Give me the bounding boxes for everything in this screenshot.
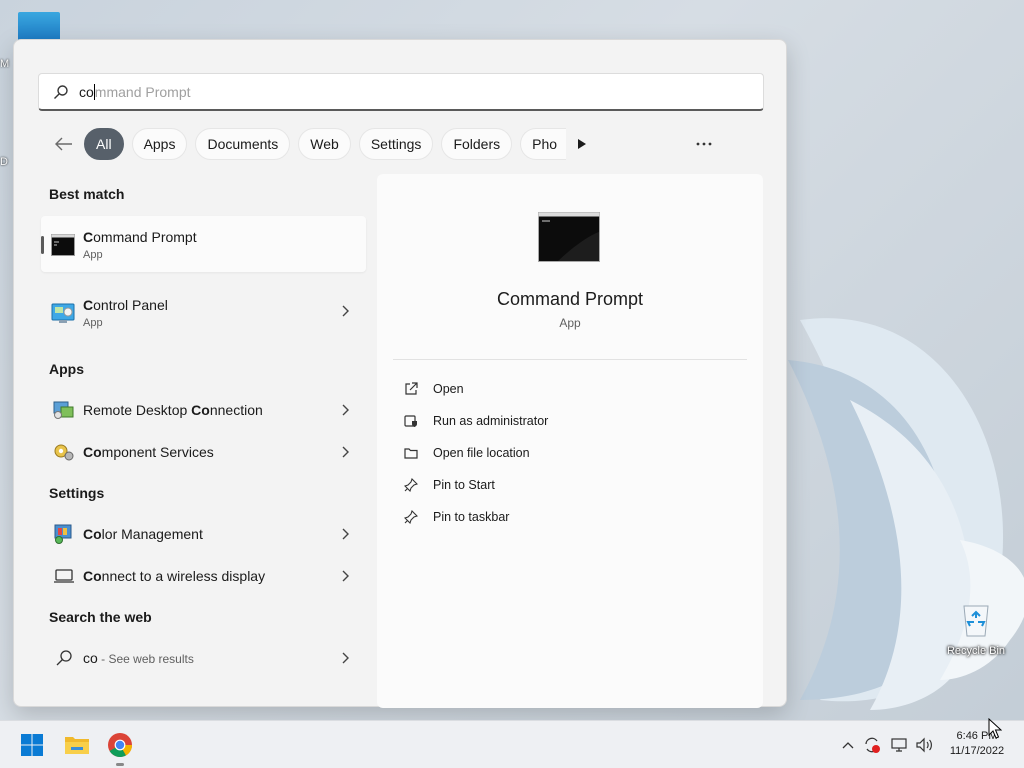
apps-heading: Apps	[49, 361, 84, 377]
result-component-services[interactable]: Component Services	[41, 433, 366, 471]
network-button[interactable]	[890, 735, 910, 755]
chevron-right-icon	[342, 446, 349, 458]
volume-button[interactable]	[915, 735, 935, 755]
sync-status-button[interactable]	[862, 735, 882, 755]
chevron-right-icon	[342, 570, 349, 582]
scroll-filters-button[interactable]	[570, 132, 594, 156]
speaker-icon	[916, 737, 932, 753]
chrome-button[interactable]	[106, 731, 134, 759]
filter-documents[interactable]: Documents	[195, 128, 291, 160]
filter-web[interactable]: Web	[298, 128, 351, 160]
result-title: Remote Desktop Connection	[83, 402, 263, 418]
result-subtitle: App	[83, 317, 103, 329]
filter-photos[interactable]: Pho	[520, 128, 567, 160]
settings-heading: Settings	[49, 485, 105, 501]
pin-icon	[403, 477, 419, 493]
taskbar: 6:46 PM 11/17/2022	[0, 720, 1024, 768]
search-input[interactable]: co mmand Prompt	[38, 73, 764, 111]
result-wireless-display[interactable]: Connect to a wireless display	[41, 557, 366, 595]
chrome-icon	[108, 733, 132, 758]
command-prompt-icon	[538, 212, 600, 262]
filter-settings[interactable]: Settings	[358, 128, 434, 160]
desktop-edge-label: D	[0, 156, 8, 168]
show-hidden-icons-button[interactable]	[838, 735, 858, 755]
result-color-management[interactable]: Color Management	[41, 515, 366, 553]
component-services-icon	[54, 444, 74, 461]
desktop-shortcut-icon[interactable]	[18, 12, 60, 42]
best-match-heading: Best match	[49, 186, 125, 202]
result-title: Control Panel	[83, 297, 168, 313]
chevron-right-icon	[342, 404, 349, 416]
desktop-edge-label: M	[0, 58, 10, 70]
shield-admin-icon	[403, 413, 419, 429]
chevron-up-icon	[842, 742, 854, 749]
result-command-prompt[interactable]: Command Prompt App	[41, 216, 366, 272]
remote-desktop-icon	[53, 401, 74, 419]
action-open[interactable]: Open	[403, 377, 464, 401]
network-icon	[891, 738, 907, 752]
divider	[393, 359, 747, 360]
result-subtitle: App	[83, 249, 103, 261]
action-run-as-admin[interactable]: Run as administrator	[403, 409, 548, 433]
command-prompt-icon	[51, 234, 75, 256]
search-typed-text: co	[79, 83, 94, 100]
action-open-file-location[interactable]: Open file location	[403, 441, 530, 465]
wireless-display-icon	[54, 569, 74, 583]
search-icon	[56, 650, 72, 666]
filter-apps[interactable]: Apps	[131, 128, 188, 160]
result-control-panel[interactable]: Control Panel App	[41, 284, 366, 340]
search-flyout: co mmand Prompt All Apps Documents Web S…	[13, 39, 787, 708]
preview-title: Command Prompt	[496, 289, 644, 309]
back-button[interactable]	[50, 130, 78, 158]
search-web-heading: Search the web	[49, 609, 152, 625]
control-panel-icon	[51, 303, 75, 323]
folder-icon	[65, 737, 89, 754]
filter-folders[interactable]: Folders	[441, 128, 513, 160]
chevron-right-icon	[342, 652, 349, 664]
active-app-indicator	[116, 763, 124, 766]
clock-date: 11/17/2022	[949, 745, 1005, 757]
play-icon	[578, 139, 587, 149]
result-remote-desktop[interactable]: Remote Desktop Connection	[41, 391, 366, 429]
result-title: Color Management	[83, 526, 203, 542]
mouse-cursor-icon	[988, 718, 1002, 739]
back-arrow-icon	[55, 137, 72, 151]
preview-subtitle: App	[559, 316, 581, 330]
more-icon	[696, 142, 712, 146]
result-title: Component Services	[83, 444, 214, 460]
recycle-bin-icon	[963, 605, 989, 637]
windows-logo-icon	[21, 734, 43, 756]
search-icon	[54, 84, 68, 99]
sync-error-icon	[865, 737, 880, 753]
folder-icon	[403, 445, 419, 461]
file-explorer-button[interactable]	[63, 731, 91, 759]
result-web-search[interactable]: co - See web results	[41, 639, 366, 677]
chevron-right-icon	[342, 305, 349, 317]
filter-all[interactable]: All	[84, 128, 124, 160]
filter-bar: All Apps Documents Web Settings Folders …	[50, 128, 594, 160]
preview-pane: Command Prompt App Open Run as administr…	[377, 174, 763, 708]
recycle-bin[interactable]: Recycle Bin	[940, 598, 1012, 657]
result-title: Command Prompt	[83, 229, 197, 245]
action-pin-to-start[interactable]: Pin to Start	[403, 473, 495, 497]
pin-icon	[403, 509, 419, 525]
recycle-bin-label: Recycle Bin	[946, 645, 1006, 657]
search-autocomplete-text: mmand Prompt	[94, 83, 191, 100]
result-title: Connect to a wireless display	[83, 568, 266, 584]
color-management-icon	[54, 524, 72, 544]
action-pin-to-taskbar[interactable]: Pin to taskbar	[403, 505, 509, 529]
more-options-button[interactable]	[692, 132, 716, 156]
open-icon	[403, 381, 419, 397]
start-button[interactable]	[18, 731, 46, 759]
result-title: co - See web results	[83, 650, 194, 666]
chevron-right-icon	[342, 528, 349, 540]
